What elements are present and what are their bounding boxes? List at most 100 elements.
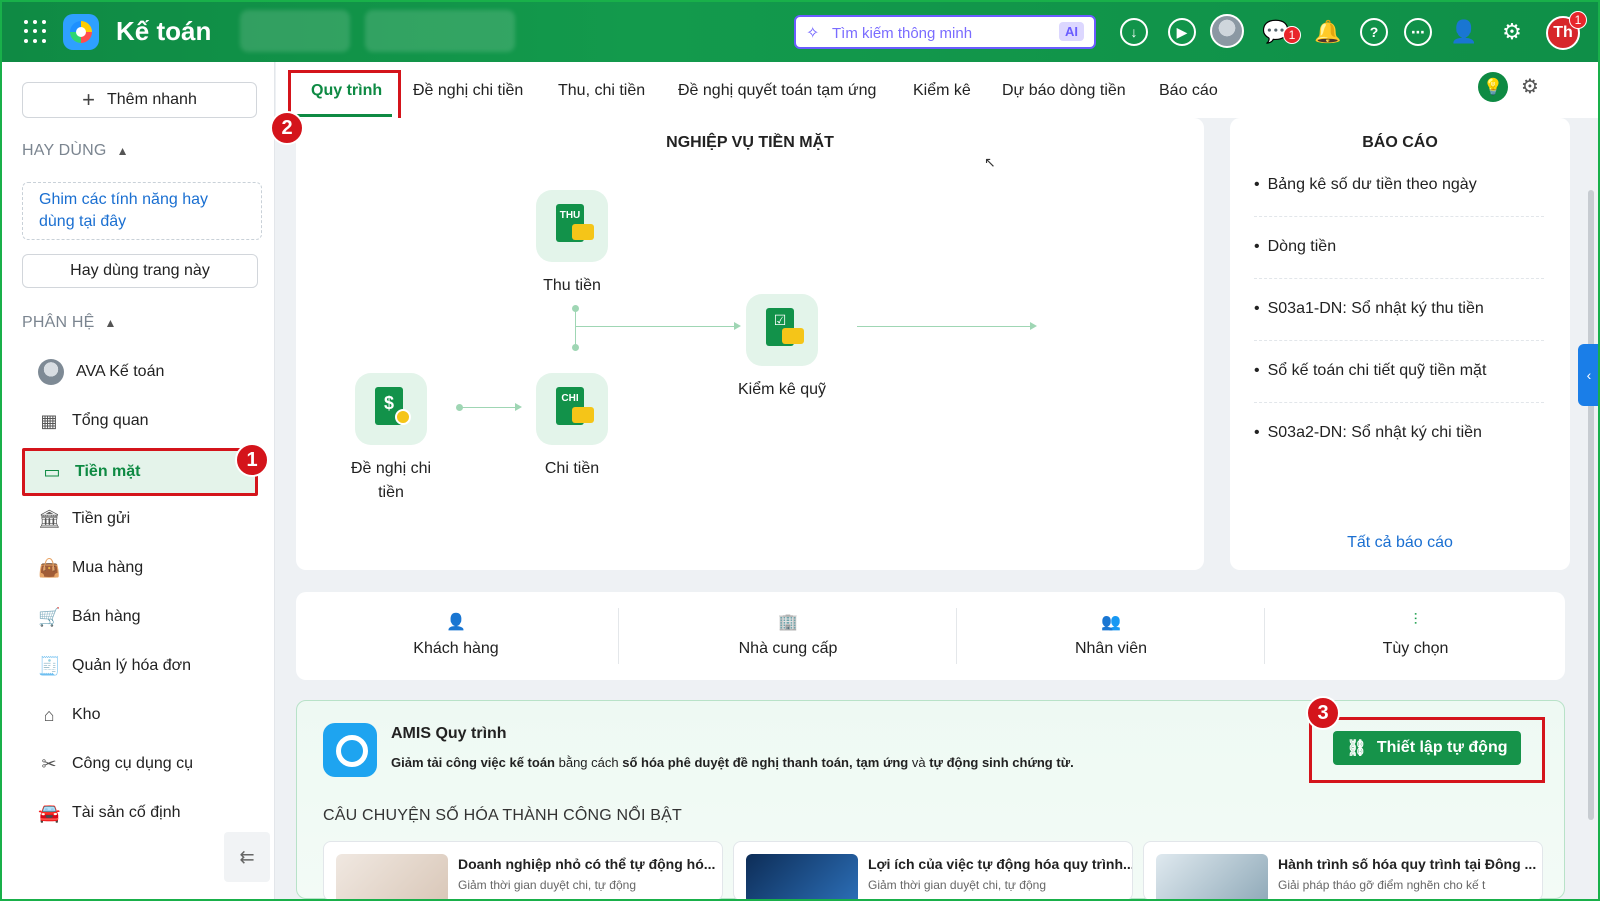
amis-desc-part: tự động sinh chứng từ. bbox=[929, 755, 1074, 770]
customer-icon: 👤 bbox=[446, 614, 466, 631]
tab-receipts-payments[interactable]: Thu, chi tiền bbox=[558, 82, 645, 100]
collapse-sidebar-icon[interactable]: ⇇ bbox=[224, 832, 270, 882]
workflow-title: NGHIỆP VỤ TIỀN MẶT bbox=[666, 134, 834, 151]
sidebar-item-purchasing[interactable]: 👜 Mua hàng bbox=[22, 546, 258, 590]
money-card-shape bbox=[572, 224, 594, 240]
tab-reports[interactable]: Báo cáo bbox=[1159, 82, 1218, 100]
connector-dot bbox=[572, 344, 579, 351]
pin-hint-box: Ghim các tính năng hay dùng tại đây bbox=[22, 182, 262, 240]
reports-card: BÁO CÁO Bảng kê số dư tiền theo ngày Dòn… bbox=[1230, 118, 1570, 570]
report-item[interactable]: Sổ kế toán chi tiết quỹ tiền mặt bbox=[1254, 362, 1544, 403]
employees-icon: 👥 bbox=[1101, 614, 1121, 631]
report-item[interactable]: S03a1-DN: Sổ nhật ký thu tiền bbox=[1254, 300, 1544, 341]
category-customers[interactable]: 👤 Khách hàng bbox=[296, 592, 616, 678]
story-title: Hành trình số hóa quy trình tại Đông ... bbox=[1278, 856, 1537, 872]
download-icon[interactable]: ↓ bbox=[1120, 18, 1148, 46]
user-badge: 1 bbox=[1569, 11, 1587, 29]
flow-node-cash-count[interactable]: ☑ Kiểm kê quỹ bbox=[727, 294, 837, 402]
flow-node-label: Chi tiền bbox=[544, 460, 600, 477]
tab-payment-request[interactable]: Đề nghị chi tiền bbox=[413, 82, 523, 100]
dashboard-icon: ▦ bbox=[40, 410, 58, 431]
reports-title: BÁO CÁO bbox=[1362, 134, 1438, 151]
sidebar-item-ava[interactable]: AVA Kế toán bbox=[22, 350, 258, 394]
sidebar-item-cash[interactable]: ▭ Tiền mặt bbox=[22, 448, 258, 496]
pin-page-button[interactable]: Hay dùng trang này bbox=[22, 254, 258, 288]
sidebar-item-tools[interactable]: ✂ Công cụ dụng cụ bbox=[22, 742, 258, 786]
smart-search-input[interactable]: ✧ Tìm kiếm thông minh AI bbox=[794, 15, 1096, 49]
amis-desc-part: và bbox=[908, 755, 930, 770]
all-reports-link[interactable]: Tất cả báo cáo bbox=[1230, 534, 1570, 552]
flow-node-payment-request[interactable]: $ Đề nghị chi tiền bbox=[336, 373, 446, 505]
story-thumbnail bbox=[336, 854, 448, 900]
sidebar-item-warehouse[interactable]: ⌂ Kho bbox=[22, 693, 258, 737]
sidebar-item-label: AVA Kế toán bbox=[76, 363, 165, 380]
options-icon: ⫶ bbox=[1413, 612, 1418, 629]
story-title: Doanh nghiệp nhỏ có thể tự động hó... bbox=[458, 856, 716, 872]
tab-inventory-count[interactable]: Kiểm kê bbox=[913, 82, 971, 100]
sidebar-item-overview[interactable]: ▦ Tổng quan bbox=[22, 399, 258, 443]
play-icon[interactable]: ▶ bbox=[1168, 18, 1196, 46]
tab-cashflow-forecast[interactable]: Dự báo dòng tiền bbox=[1002, 82, 1126, 100]
blurred-company-name bbox=[240, 10, 350, 52]
sidebar-item-label: Công cụ dụng cụ bbox=[72, 755, 193, 772]
report-item[interactable]: S03a2-DN: Sổ nhật ký chi tiền bbox=[1254, 424, 1544, 464]
tab-workflow[interactable]: Quy trình bbox=[311, 82, 382, 100]
setup-automation-button[interactable]: ⛓ Thiết lập tự động bbox=[1333, 731, 1521, 765]
more-icon[interactable]: ⋯ bbox=[1404, 18, 1432, 46]
help-icon[interactable]: ? bbox=[1360, 18, 1388, 46]
money-card-shape bbox=[572, 407, 594, 423]
sidebar-item-fixed-assets[interactable]: 🚘 Tài sản cố định bbox=[22, 791, 258, 835]
receipt-doc-icon: THU bbox=[536, 190, 608, 262]
frequent-heading[interactable]: HAY DÙNG ▲ bbox=[22, 142, 129, 160]
connector-line bbox=[575, 308, 576, 348]
search-placeholder: Tìm kiếm thông minh bbox=[832, 25, 973, 42]
sidebar-item-label: Tiền gửi bbox=[72, 510, 131, 527]
sidebar-item-invoices[interactable]: 🧾 Quản lý hóa đơn bbox=[22, 644, 258, 688]
tab-advance-settlement[interactable]: Đề nghị quyết toán tạm ứng bbox=[678, 82, 876, 100]
ai-badge[interactable]: AI bbox=[1059, 22, 1084, 41]
app-logo bbox=[63, 14, 99, 50]
flow-node-payment[interactable]: CHI Chi tiền bbox=[517, 373, 627, 481]
settings-sliders-icon[interactable]: ⚙ bbox=[1521, 74, 1539, 99]
mouse-cursor-icon: ↖ bbox=[984, 154, 996, 170]
sidebar-item-label: Tiền mặt bbox=[75, 463, 141, 480]
shopping-bag-icon: 👜 bbox=[38, 557, 61, 578]
lightbulb-icon[interactable]: 💡 bbox=[1478, 72, 1508, 102]
quick-add-button[interactable]: + Thêm nhanh bbox=[22, 82, 257, 118]
add-user-icon[interactable]: 👤 bbox=[1450, 18, 1478, 46]
category-suppliers[interactable]: 🏢 Nhà cung cấp bbox=[620, 592, 956, 678]
sidebar: + Thêm nhanh HAY DÙNG ▲ Ghim các tính năn… bbox=[2, 62, 275, 899]
side-panel-toggle-icon[interactable]: ‹ bbox=[1578, 344, 1600, 406]
modules-heading[interactable]: PHÂN HỆ ▲ bbox=[22, 314, 117, 332]
gear-icon[interactable]: ⚙ bbox=[1498, 18, 1526, 46]
cart-icon: 🛒 bbox=[38, 606, 61, 627]
app-launcher-icon[interactable] bbox=[24, 20, 48, 44]
category-employees[interactable]: 👥 Nhân viên bbox=[958, 592, 1264, 678]
category-options[interactable]: ⫶ Tùy chọn bbox=[1266, 592, 1565, 678]
annotation-marker-3: 3 bbox=[1306, 696, 1340, 730]
car-icon: 🚘 bbox=[38, 802, 61, 823]
vertical-scrollbar[interactable] bbox=[1588, 190, 1594, 820]
sidebar-item-sales[interactable]: 🛒 Bán hàng bbox=[22, 595, 258, 639]
sidebar-item-deposits[interactable]: 🏛 Tiền gửi bbox=[22, 497, 258, 541]
cash-icon: ▭ bbox=[43, 461, 61, 482]
story-card[interactable]: Hành trình số hóa quy trình tại Đông ...… bbox=[1143, 841, 1543, 901]
amis-desc-part: Giảm tải công việc kế toán bbox=[391, 755, 555, 770]
category-label: Tùy chọn bbox=[1382, 640, 1449, 657]
sidebar-item-label: Bán hàng bbox=[72, 608, 141, 625]
category-divider bbox=[1264, 608, 1265, 664]
quick-add-label: Thêm nhanh bbox=[107, 91, 197, 108]
blurred-company-info bbox=[365, 10, 515, 52]
report-item[interactable]: Dòng tiền bbox=[1254, 238, 1544, 279]
story-card[interactable]: Doanh nghiệp nhỏ có thể tự động hó... Gi… bbox=[323, 841, 723, 901]
story-card[interactable]: Lợi ích của việc tự động hóa quy trình..… bbox=[733, 841, 1133, 901]
bell-icon[interactable]: 🔔 bbox=[1314, 18, 1342, 46]
calculator-shape bbox=[782, 328, 804, 344]
amis-desc-part: bằng cách bbox=[555, 755, 623, 770]
sidebar-item-label: Quản lý hóa đơn bbox=[72, 657, 192, 674]
connector-line bbox=[576, 326, 736, 327]
assistant-avatar[interactable] bbox=[1210, 14, 1244, 48]
flow-node-receipt[interactable]: THU Thu tiền bbox=[517, 190, 627, 298]
report-item[interactable]: Bảng kê số dư tiền theo ngày bbox=[1254, 176, 1544, 217]
modules-heading-label: PHÂN HỆ bbox=[22, 314, 95, 331]
